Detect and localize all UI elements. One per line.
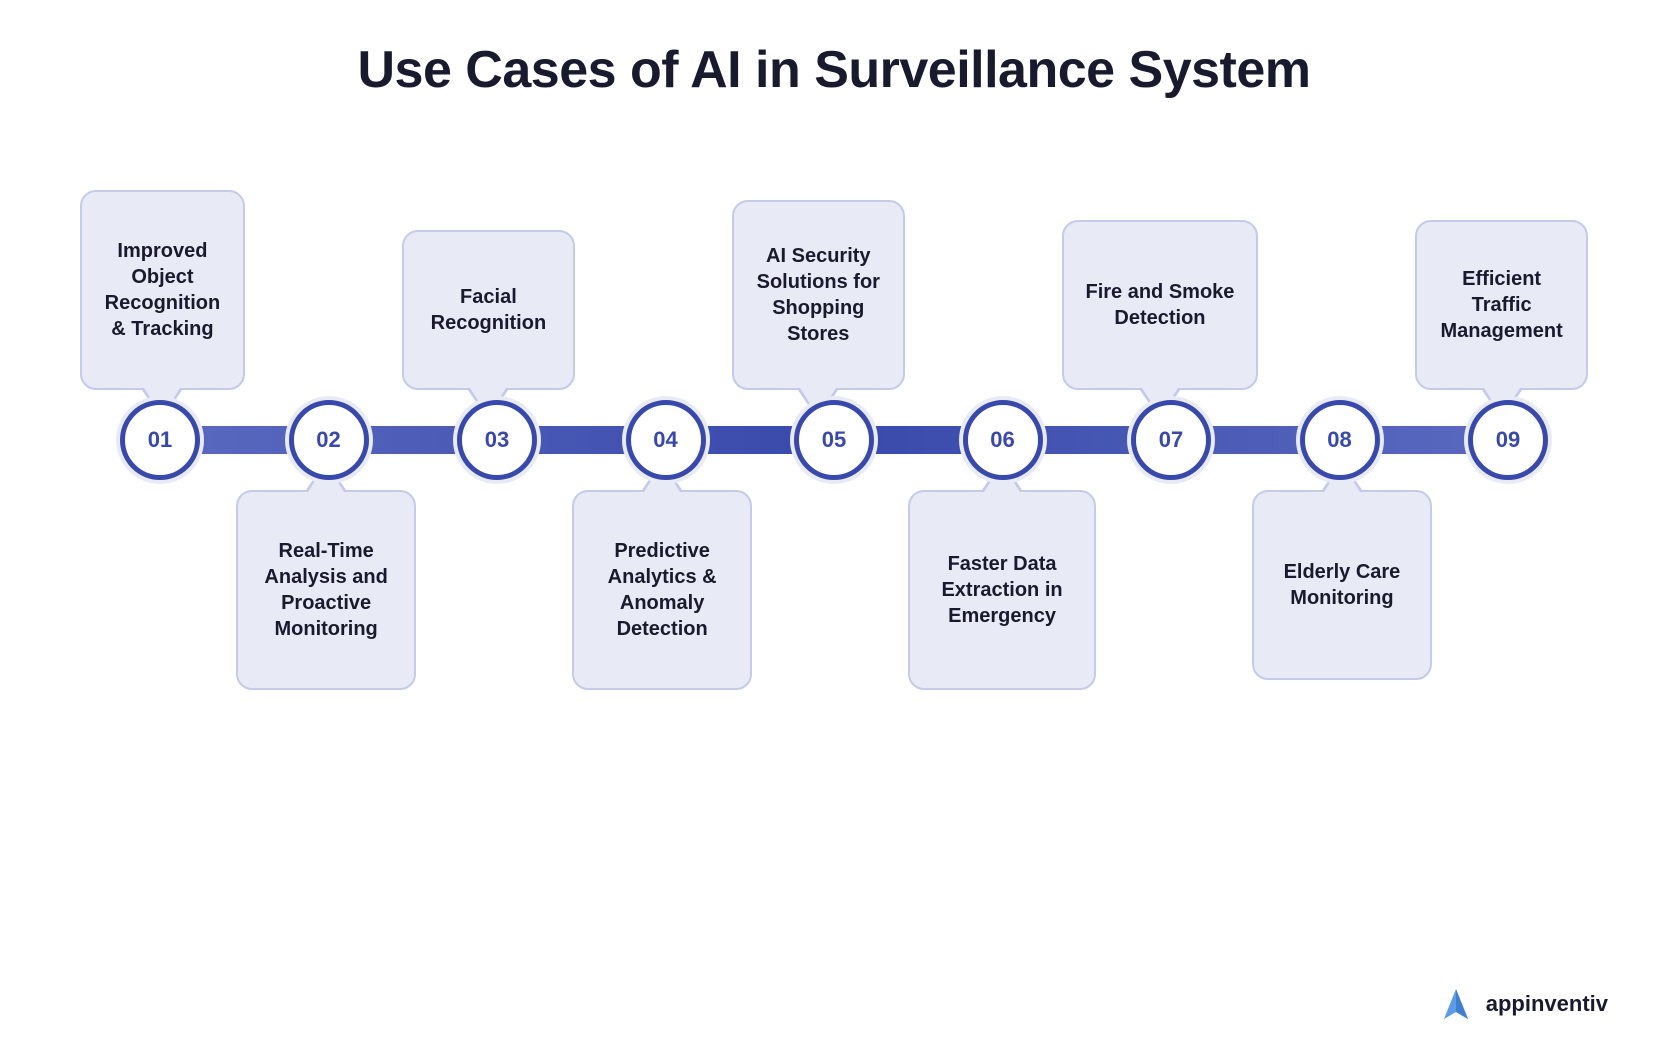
main-title: Use Cases of AI in Surveillance System [357,40,1310,100]
bottom-bubbles: Real-Time Analysis and Proactive Monitor… [60,490,1608,720]
bubble-05-label: AI Security Solutions for Shopping Store… [750,243,887,347]
bubble-03: Facial Recognition [402,230,575,390]
bubble-05: AI Security Solutions for Shopping Store… [732,200,905,390]
bubble-02: Real-Time Analysis and Proactive Monitor… [236,490,416,690]
node-03: 03 [457,400,537,480]
bubble-09-label: Efficient Traffic Management [1433,266,1570,344]
bubble-02-label: Real-Time Analysis and Proactive Monitor… [254,538,398,642]
node-05: 05 [794,400,874,480]
node-06: 06 [963,400,1043,480]
bubble-03-label: Facial Recognition [420,284,557,336]
bubble-07: Fire and Smoke Detection [1062,220,1258,390]
node-02: 02 [289,400,369,480]
timeline-nodes: 01 02 03 04 05 06 07 08 09 [120,400,1548,480]
bubble-01-label: Improved Object Recognition & Tracking [98,238,227,342]
top-bubbles: Improved Object Recognition & Tracking F… [60,160,1608,390]
node-08: 08 [1300,400,1380,480]
page-container: Use Cases of AI in Surveillance System I… [0,0,1668,1044]
logo-text: appinventiv [1486,991,1608,1017]
bubble-07-label: Fire and Smoke Detection [1080,279,1240,331]
bubble-08: Elderly Care Monitoring [1252,490,1432,680]
node-04: 04 [626,400,706,480]
bubble-04-label: Predictive Analytics & Anomaly Detection [590,538,734,642]
appinventiv-icon [1436,984,1476,1024]
timeline-section: Improved Object Recognition & Tracking F… [60,160,1608,720]
bubble-08-label: Elderly Care Monitoring [1270,559,1414,611]
bubble-09: Efficient Traffic Management [1415,220,1588,390]
node-09: 09 [1468,400,1548,480]
timeline-row: 01 02 03 04 05 06 07 08 09 [60,390,1608,490]
node-01: 01 [120,400,200,480]
bubble-01: Improved Object Recognition & Tracking [80,190,245,390]
bubble-06-label: Faster Data Extraction in Emergency [926,551,1078,629]
bubble-06: Faster Data Extraction in Emergency [908,490,1096,690]
node-07: 07 [1131,400,1211,480]
bubble-04: Predictive Analytics & Anomaly Detection [572,490,752,690]
logo: appinventiv [1436,984,1608,1024]
